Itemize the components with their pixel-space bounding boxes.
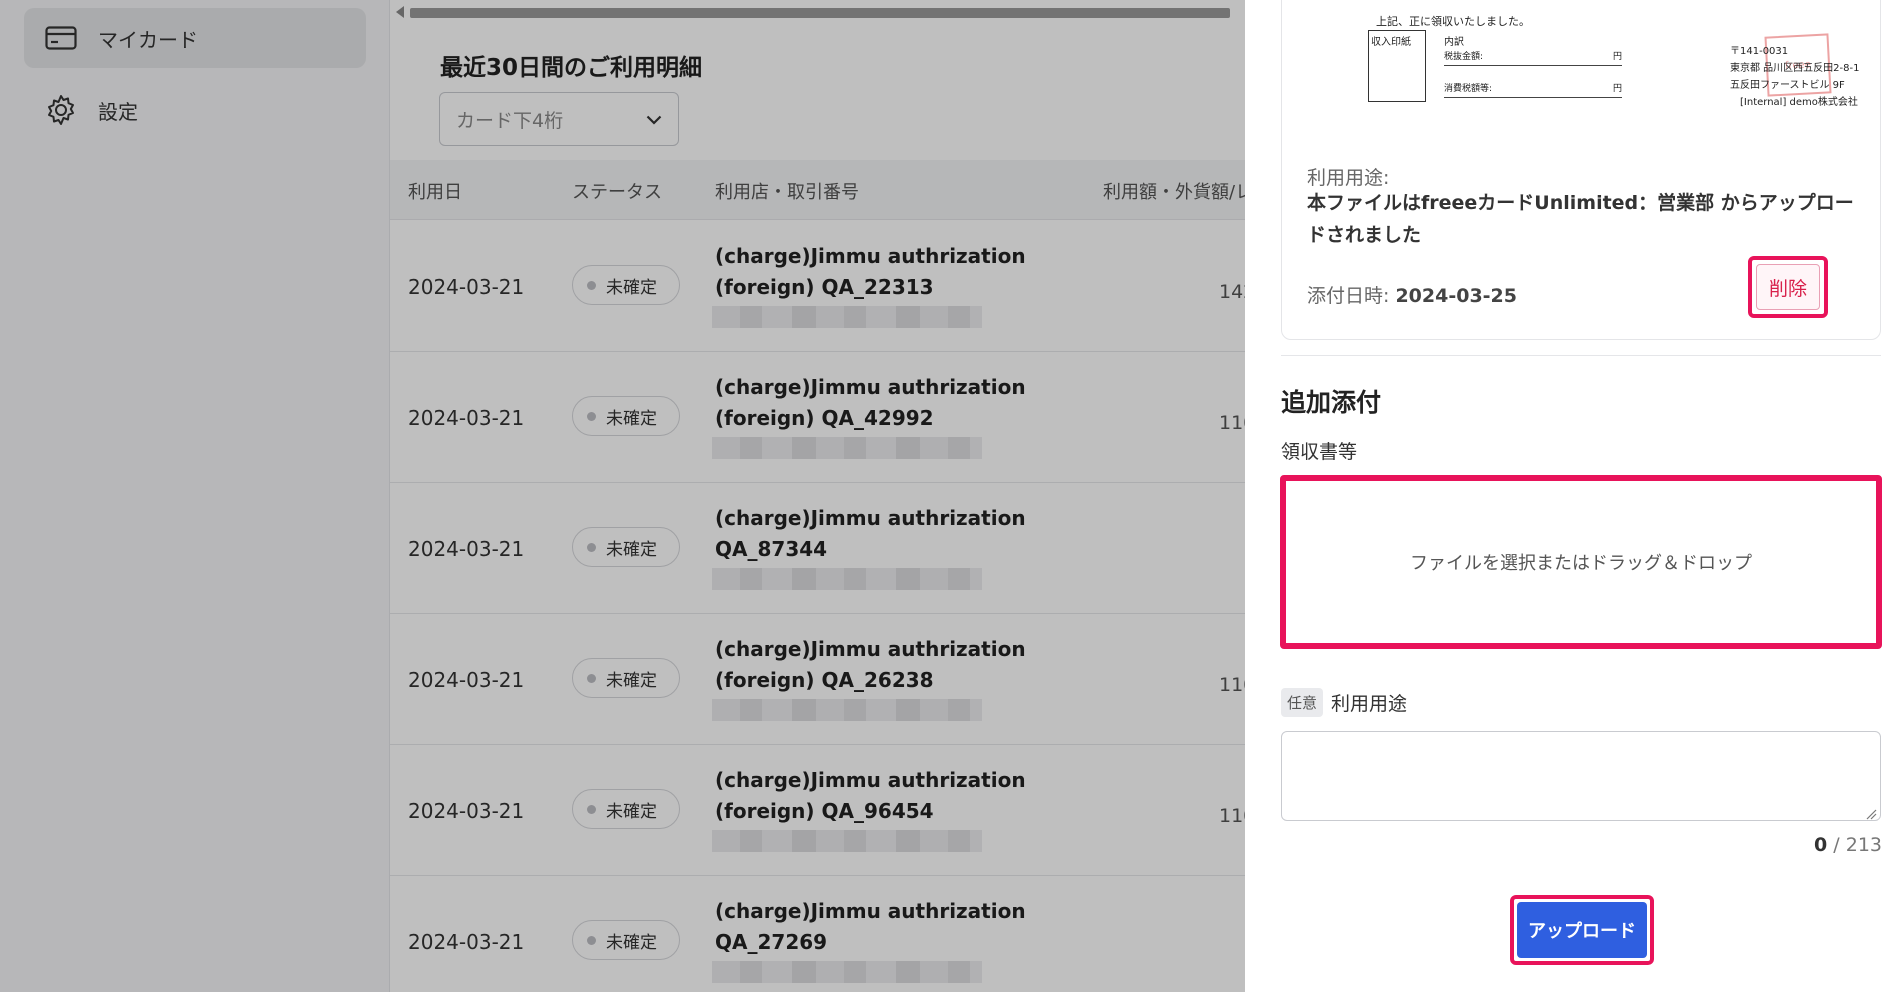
purpose-textarea[interactable] — [1281, 731, 1881, 821]
dropzone-text: ファイルを選択またはドラッグ＆ドロップ — [1410, 553, 1752, 574]
resize-handle-icon[interactable] — [1865, 805, 1877, 820]
add-attachment-title: 追加添付 — [1281, 388, 1382, 417]
attachment-drawer: 上記、正に領収いたしました。 収入印紙 内訳 税抜金額: 円 消費税額等: 円 fr… — [1245, 0, 1895, 992]
character-counter: 0 / 213 — [1814, 834, 1882, 856]
optional-badge: 任意 — [1281, 688, 1324, 717]
revenue-stamp-box: 収入印紙 — [1368, 30, 1426, 102]
receipt-consumption-tax: 消費税額等: 円 — [1444, 81, 1622, 98]
receipt-preview-image[interactable]: 上記、正に領収いたしました。 収入印紙 内訳 税抜金額: 円 消費税額等: 円 fr… — [1282, 0, 1880, 116]
modal-backdrop[interactable] — [0, 0, 1245, 992]
usage-text: 本ファイルはfreeeカードUnlimited：営業部 からアップロードされまし… — [1307, 192, 1854, 246]
delete-button[interactable]: 削除 — [1756, 264, 1820, 310]
upload-button-highlight: アップロード — [1510, 895, 1654, 965]
attach-date: 添付日時: 2024-03-25 — [1307, 285, 1517, 307]
attached-receipt-card: 上記、正に領収いたしました。 収入印紙 内訳 税抜金額: 円 消費税額等: 円 fr… — [1281, 0, 1881, 340]
upload-button[interactable]: アップロード — [1517, 902, 1647, 958]
receipt-field-label: 領収書等 — [1281, 441, 1358, 463]
divider — [1281, 355, 1881, 356]
delete-button-highlight: 削除 — [1748, 256, 1828, 318]
usage-label: 利用用途: — [1307, 167, 1390, 189]
receipt-issuer-address: 〒141-0031 東京都 品川区西五反田2-8-1 五反田ファーストビル 9F… — [1730, 46, 1860, 108]
receipt-text: 上記、正に領収いたしました。 — [1376, 15, 1530, 28]
purpose-label: 利用用途 — [1331, 693, 1408, 715]
receipt-breakdown: 内訳 — [1444, 37, 1464, 48]
receipt-tax-excluded: 税抜金額: 円 — [1444, 49, 1622, 66]
purpose-field-label: 任意 利用用途 — [1281, 688, 1407, 717]
file-dropzone[interactable]: ファイルを選択またはドラッグ＆ドロップ — [1280, 475, 1882, 649]
